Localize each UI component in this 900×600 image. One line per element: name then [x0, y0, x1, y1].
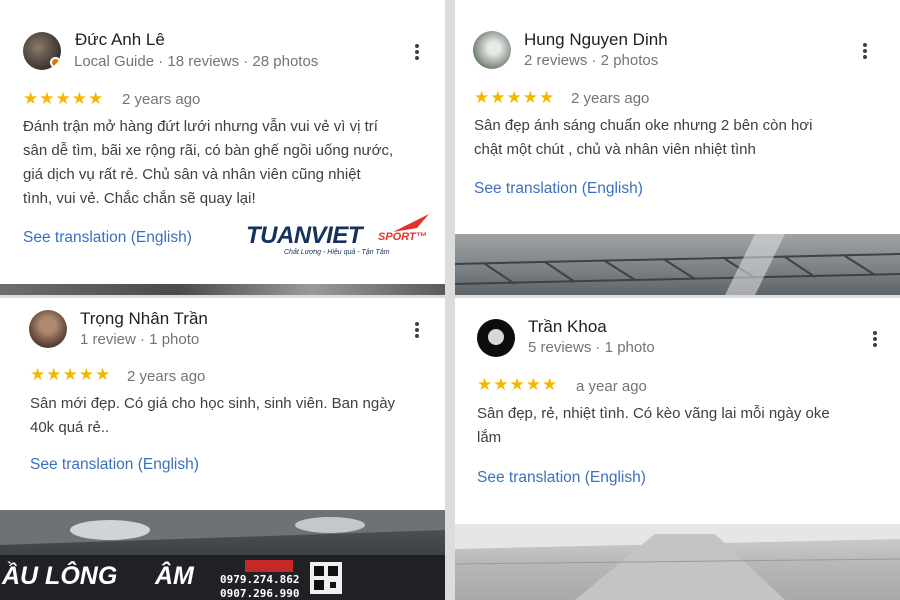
star-rating: ★★★★★: [477, 375, 559, 394]
review-date: 2 years ago: [127, 368, 206, 385]
review-text: Sân đẹp ánh sáng chuẩn oke nhưng 2 bên c…: [474, 114, 894, 162]
review-text-line: sân dễ tìm, bãi xe rộng rãi, có bàn ghế …: [23, 142, 394, 159]
review-photo[interactable]: [455, 524, 900, 600]
review-text-line: chật một chút , chủ và nhân viên nhiệt t…: [474, 141, 756, 158]
court-ceiling-graphic: [455, 524, 900, 600]
banner-text-left: ẦU LÔNG: [2, 562, 118, 590]
reviewer-avatar[interactable]: [477, 319, 515, 357]
avatar-figure: [488, 329, 504, 345]
see-translation-link[interactable]: See translation (English): [477, 469, 646, 487]
review-photo[interactable]: ẦU LÔNG ÂM 0979.274.862 0907.296.990: [0, 510, 445, 600]
reviewer-name[interactable]: Trần Khoa: [528, 317, 607, 337]
review-text-line: 40k quá rẻ..: [30, 419, 110, 436]
review-text-line: lắm: [477, 429, 502, 446]
reviewer-name[interactable]: Trọng Nhân Trần: [80, 309, 208, 329]
see-translation-link[interactable]: See translation (English): [474, 180, 643, 198]
review-text: Sân mới đẹp. Có giá cho học sinh, sinh v…: [30, 392, 440, 440]
star-rating: ★★★★★: [30, 365, 112, 384]
review-text: Đánh trận mở hàng đứt lưới nhưng vẫn vui…: [23, 115, 438, 211]
star-rating: ★★★★★: [23, 89, 105, 108]
review-card-4: Trần Khoa 5 reviews · 1 photo ★★★★★ a ye…: [455, 298, 900, 600]
banner-text-right: ÂM: [155, 562, 194, 590]
review-card-1: Đức Anh Lê Local Guide · 18 reviews · 28…: [0, 0, 445, 295]
review-photo-strip[interactable]: [0, 284, 445, 295]
reviewer-avatar[interactable]: [23, 32, 61, 70]
see-translation-link[interactable]: See translation (English): [23, 229, 192, 247]
more-options-icon[interactable]: [860, 41, 870, 61]
review-text: Sân đẹp, rẻ, nhiệt tình. Có kèo vãng lai…: [477, 402, 892, 450]
local-guide-badge-icon: [50, 57, 61, 68]
review-text-line: Sân đẹp, rẻ, nhiệt tình. Có kèo vãng lai…: [477, 405, 830, 422]
reviewer-meta: 1 review · 1 photo: [80, 331, 200, 348]
review-card-2: Hung Nguyen Dinh 2 reviews · 2 photos ★★…: [455, 0, 900, 295]
see-translation-link[interactable]: See translation (English): [30, 456, 199, 474]
reviewer-name[interactable]: Đức Anh Lê: [75, 30, 165, 50]
review-date: 2 years ago: [122, 91, 201, 108]
watermark-logo: TUANVIET SPORT™ Chất Lượng - Hiệu quả - …: [246, 212, 436, 262]
star-rating: ★★★★★: [474, 88, 556, 107]
review-text-line: giá dịch vụ rất rẻ. Chủ sân và nhân viên…: [23, 166, 361, 183]
review-date: 2 years ago: [571, 90, 650, 107]
review-text-line: tình, vui vẻ. Chắc chắn sẽ quay lại!: [23, 190, 256, 207]
review-text-line: Sân mới đẹp. Có giá cho học sinh, sinh v…: [30, 395, 396, 412]
watermark-tagline: Chất Lượng - Hiệu quả - Tận Tâm: [284, 249, 390, 256]
review-text-line: Đánh trận mở hàng đứt lưới nhưng vẫn vui…: [23, 118, 378, 135]
review-card-3: Trọng Nhân Trần 1 review · 1 photo ★★★★★…: [0, 298, 445, 600]
more-options-icon[interactable]: [412, 42, 422, 62]
review-date: a year ago: [576, 378, 647, 395]
more-options-icon[interactable]: [870, 329, 880, 349]
reviewer-avatar[interactable]: [29, 310, 67, 348]
banner-phone-2: 0907.296.990: [220, 587, 300, 600]
reviewer-meta: Local Guide · 18 reviews · 28 photos: [74, 53, 319, 70]
reviewer-name[interactable]: Hung Nguyen Dinh: [524, 30, 668, 50]
roof-truss-graphic: [455, 234, 900, 295]
watermark-brand: TUANVIET: [246, 222, 363, 249]
review-photo[interactable]: [455, 234, 900, 295]
reviewer-meta: 5 reviews · 1 photo: [528, 339, 655, 356]
review-text-line: Sân đẹp ánh sáng chuẩn oke nhưng 2 bên c…: [474, 117, 813, 134]
banner-phone-1: 0979.274.862: [220, 573, 300, 586]
watermark-brand-suffix: SPORT™: [378, 231, 427, 243]
reviewer-meta: 2 reviews · 2 photos: [524, 52, 659, 69]
more-options-icon[interactable]: [412, 320, 422, 340]
reviewer-avatar[interactable]: [473, 31, 511, 69]
